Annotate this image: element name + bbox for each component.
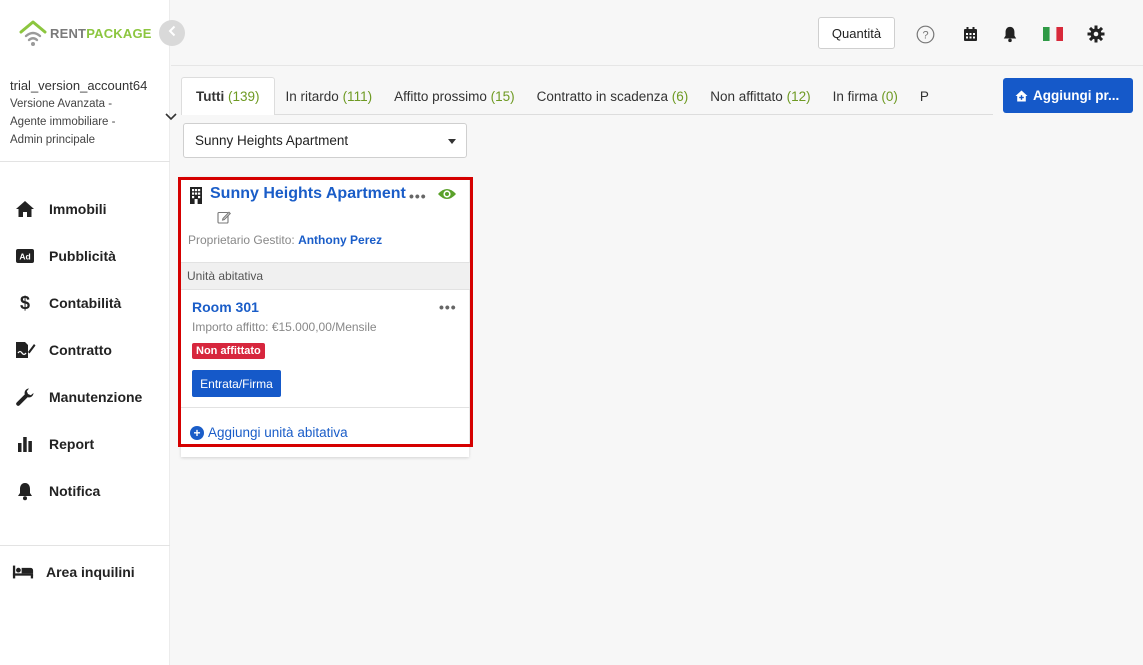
- calendar-icon[interactable]: [960, 24, 980, 44]
- tab-label: Affitto prossimo: [394, 88, 487, 104]
- help-icon[interactable]: ?: [915, 24, 935, 44]
- unit-divider: [181, 407, 470, 408]
- bell-icon: [14, 480, 36, 502]
- sidebar-item-pubblicita[interactable]: Ad Pubblicità: [0, 232, 170, 279]
- tab-in-firma[interactable]: In firma (0): [822, 77, 909, 115]
- account-switcher[interactable]: trial_version_account64 Versione Avanzat…: [10, 78, 160, 149]
- top-bar: Quantità ?: [171, 0, 1143, 66]
- tab-count: (6): [671, 88, 689, 104]
- sidebar-collapse-button[interactable]: [159, 20, 185, 46]
- sidebar-item-label: Contabilità: [49, 294, 122, 311]
- account-name: trial_version_account64: [10, 78, 148, 93]
- property-select[interactable]: Sunny Heights Apartment: [183, 123, 467, 158]
- owner-label: Proprietario Gestito:: [188, 233, 295, 247]
- plus-circle-icon: +: [190, 425, 204, 440]
- sidebar-item-contabilita[interactable]: $ Contabilità: [0, 279, 170, 326]
- tab-affitto-prossimo[interactable]: Affitto prossimo (15): [383, 77, 526, 115]
- add-property-button[interactable]: Aggiungi pr...: [1003, 78, 1133, 113]
- add-property-label: Aggiungi pr...: [1033, 88, 1120, 103]
- italy-flag-icon[interactable]: [1043, 24, 1063, 44]
- svg-text:$: $: [20, 293, 30, 313]
- sidebar: RENTPACKAGE trial_version_account64 Vers…: [0, 0, 177, 665]
- sidebar-item-label: Area inquilini: [46, 563, 135, 580]
- add-home-icon: [1015, 90, 1028, 102]
- logo-text: RENTPACKAGE: [50, 26, 152, 41]
- account-desc-line: Agente immobiliare -: [10, 116, 116, 128]
- sidebar-item-manutenzione[interactable]: Manutenzione: [0, 373, 170, 420]
- sidebar-item-notifica[interactable]: Notifica: [0, 467, 170, 514]
- unit-section-header: Unità abitativa: [181, 262, 470, 290]
- sidebar-item-label: Contratto: [49, 341, 112, 358]
- wrench-icon: [14, 386, 36, 408]
- account-desc-line: Versione Avanzata -: [10, 98, 113, 110]
- bed-icon: [12, 561, 34, 583]
- caret-down-icon: [448, 139, 456, 144]
- bell-icon[interactable]: [1000, 24, 1020, 44]
- sidebar-item-area-inquilini[interactable]: Area inquilini: [0, 548, 170, 595]
- unit-more-options-icon[interactable]: •••: [439, 299, 457, 315]
- tab-count: (15): [490, 88, 515, 104]
- unit-rent-amount: Importo affitto: €15.000,00/Mensile: [192, 320, 377, 334]
- tab-label: P: [919, 88, 929, 104]
- edit-icon[interactable]: [217, 210, 231, 229]
- sidebar-item-label: Report: [49, 435, 95, 452]
- sidebar-nav: Immobili Ad Pubblicità $ Contabilità Con…: [0, 185, 170, 514]
- svg-text:Ad: Ad: [19, 251, 30, 261]
- sidebar-item-label: Immobili: [49, 200, 107, 217]
- tab-in-ritardo[interactable]: In ritardo (111): [275, 77, 384, 115]
- unit-title-link[interactable]: Room 301: [192, 299, 259, 315]
- tab-count: (139): [228, 89, 260, 104]
- logo-wifi-house-icon: [18, 19, 48, 47]
- tab-truncated[interactable]: P: [909, 77, 940, 115]
- home-icon: [14, 198, 36, 220]
- ad-icon: Ad: [14, 245, 36, 267]
- logo-text-rent: RENT: [50, 25, 87, 41]
- dollar-icon: $: [14, 292, 36, 314]
- add-unit-label: Aggiungi unità abitativa: [208, 425, 348, 440]
- tab-label: In firma: [832, 88, 878, 104]
- sidebar-divider: [0, 161, 170, 162]
- owner-name-link[interactable]: Anthony Perez: [298, 233, 382, 247]
- tab-label: Non affittato: [710, 88, 783, 104]
- logo[interactable]: RENTPACKAGE: [18, 18, 152, 48]
- tab-count: (12): [786, 88, 811, 104]
- status-tabs: Tutti (139) In ritardo (111) Affitto pro…: [181, 77, 940, 115]
- sidebar-item-label: Pubblicità: [49, 247, 116, 264]
- gear-icon[interactable]: [1086, 24, 1106, 44]
- building-icon: [189, 186, 203, 204]
- tab-contratto-in-scadenza[interactable]: Contratto in scadenza (6): [526, 77, 700, 115]
- contract-sign-icon: [14, 339, 36, 361]
- chevron-left-icon: [167, 24, 177, 42]
- property-title-link[interactable]: Sunny Heights Apartment: [210, 185, 406, 203]
- owner-line: Proprietario Gestito: Anthony Perez: [188, 233, 382, 247]
- tab-label: Tutti: [196, 89, 225, 104]
- add-unit-link[interactable]: + Aggiungi unità abitativa: [190, 425, 348, 440]
- bar-chart-icon: [14, 433, 36, 455]
- tab-label: In ritardo: [285, 88, 339, 104]
- sidebar-divider: [0, 545, 170, 546]
- property-select-value: Sunny Heights Apartment: [195, 133, 349, 148]
- sidebar-item-label: Manutenzione: [49, 388, 143, 405]
- sidebar-item-contratto[interactable]: Contratto: [0, 326, 170, 373]
- sidebar-item-immobili[interactable]: Immobili: [0, 185, 170, 232]
- tabs-viewport: Tutti (139) In ritardo (111) Affitto pro…: [181, 77, 993, 115]
- tab-non-affittato[interactable]: Non affittato (12): [699, 77, 821, 115]
- account-desc-line: Admin principale: [10, 134, 96, 146]
- sidebar-item-label: Notifica: [49, 482, 101, 499]
- quantity-button[interactable]: Quantità: [818, 17, 895, 49]
- account-description: Versione Avanzata - Agente immobiliare -…: [10, 95, 160, 149]
- svg-text:?: ?: [922, 29, 928, 41]
- tab-tutti[interactable]: Tutti (139): [181, 77, 275, 115]
- tab-label: Contratto in scadenza: [536, 88, 668, 104]
- tab-count: (0): [881, 88, 898, 104]
- check-in-sign-button[interactable]: Entrata/Firma: [192, 370, 281, 397]
- property-more-options-icon[interactable]: •••: [409, 188, 427, 204]
- status-badge: Non affittato: [192, 343, 265, 359]
- logo-text-package: PACKAGE: [86, 25, 152, 41]
- eye-icon[interactable]: [437, 187, 457, 206]
- sidebar-item-report[interactable]: Report: [0, 420, 170, 467]
- chevron-down-icon[interactable]: [165, 108, 177, 126]
- tab-count: (111): [342, 88, 373, 104]
